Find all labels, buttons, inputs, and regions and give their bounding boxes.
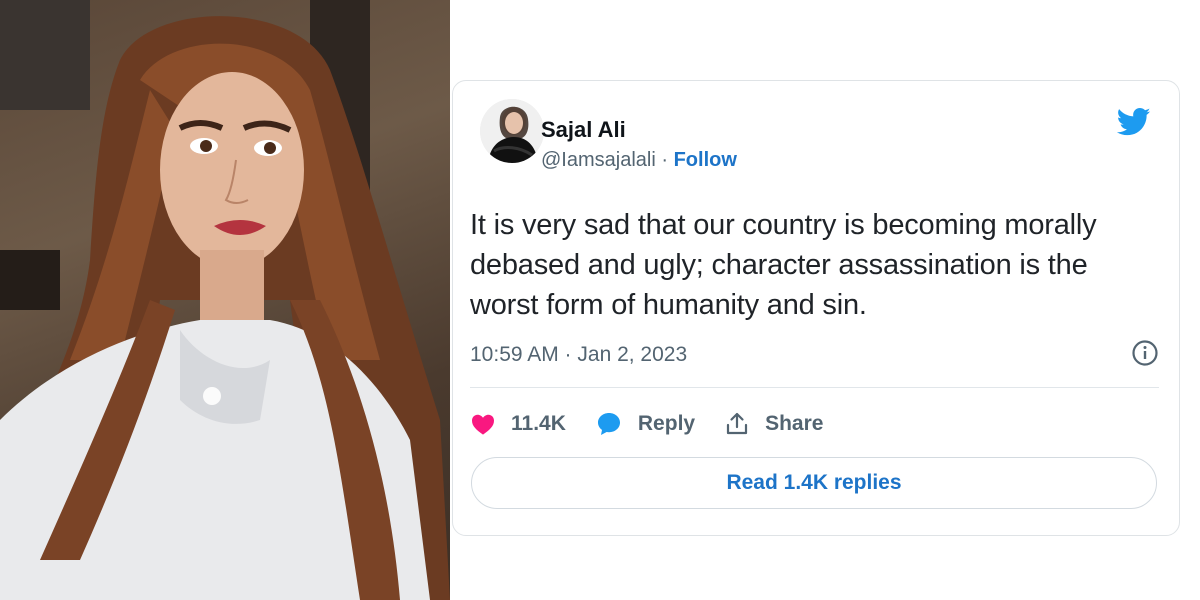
like-button[interactable]: 11.4K xyxy=(471,412,566,436)
portrait-illustration xyxy=(0,0,450,600)
follow-button[interactable]: Follow xyxy=(674,149,737,171)
tweet-text: It is very sad that our country is becom… xyxy=(470,209,1097,321)
avatar-image xyxy=(480,99,544,163)
divider xyxy=(470,387,1159,388)
author-name[interactable]: Sajal Ali xyxy=(541,117,626,143)
author-handle[interactable]: @Iamsajalali xyxy=(541,149,656,171)
like-count: 11.4K xyxy=(511,412,566,435)
handle-separator: · xyxy=(655,149,674,171)
tweet-actions: 11.4K Reply Share xyxy=(471,409,853,439)
tweet-timestamp[interactable]: 10:59 AM · Jan 2, 2023 xyxy=(470,343,687,367)
speech-bubble-icon xyxy=(597,413,620,435)
share-button[interactable]: Share xyxy=(725,412,823,436)
twitter-bird-icon[interactable] xyxy=(1117,107,1151,137)
author-handle-row: @Iamsajalali · Follow xyxy=(541,149,737,172)
info-icon[interactable] xyxy=(1131,339,1159,367)
reply-button[interactable]: Reply xyxy=(596,411,695,437)
heart-icon xyxy=(472,414,494,435)
portrait-photo xyxy=(0,0,450,600)
reply-label: Reply xyxy=(637,412,696,435)
share-label: Share xyxy=(765,412,824,435)
tweet-card: Sajal Ali @Iamsajalali · Follow It is ve… xyxy=(452,80,1180,536)
share-upload-icon xyxy=(726,412,748,435)
read-replies-button[interactable]: Read 1.4K replies xyxy=(471,457,1157,509)
author-avatar[interactable] xyxy=(480,99,544,163)
